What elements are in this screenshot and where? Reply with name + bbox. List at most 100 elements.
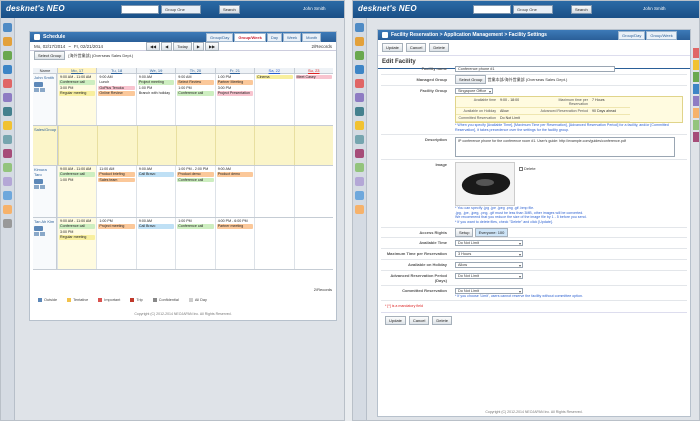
day-cell[interactable]: 9:00 AM Call Bravo	[135, 218, 175, 269]
day-cell[interactable]	[254, 218, 293, 269]
day-cell[interactable]	[293, 218, 333, 269]
user-name-cell[interactable]: Tan Ah Kim	[33, 218, 57, 269]
select-group-button[interactable]: Select Group	[455, 75, 487, 84]
schedule-event[interactable]: Conference call	[59, 224, 96, 229]
search-button[interactable]: Search	[571, 5, 592, 14]
home-icon[interactable]	[355, 23, 364, 32]
schedule-event[interactable]: Sales team	[98, 177, 135, 183]
day-cell[interactable]: 9:00 AM Project meeting 1:00 PM Branch with…	[135, 74, 175, 125]
day-header[interactable]: Sa, 22	[254, 68, 293, 73]
user-name[interactable]: John Smith	[34, 75, 54, 80]
day-cell[interactable]: 1:00 PM Conference call	[175, 218, 214, 269]
settings-icon[interactable]	[3, 219, 12, 228]
cabinet-icon[interactable]	[3, 107, 12, 116]
schedule-icon[interactable]	[3, 37, 12, 46]
search-button[interactable]: Search	[219, 5, 240, 14]
schedule-event[interactable]: Meet Casey	[295, 75, 332, 80]
schedule-event[interactable]: Project Presentation	[216, 91, 254, 96]
tab-group-day[interactable]: Group/Day	[618, 31, 646, 40]
committed-select[interactable]: Do Not Limit	[455, 287, 523, 294]
board-icon[interactable]	[3, 93, 12, 102]
todo-icon[interactable]	[3, 79, 12, 88]
schedule-event[interactable]: Product demo	[177, 172, 214, 177]
schedule-register-icon[interactable]	[34, 179, 43, 184]
day-header[interactable]: Fr, 21	[214, 68, 254, 73]
schedule-event[interactable]: Partner Meeting	[216, 80, 254, 85]
schedule-event[interactable]: Conference call	[177, 91, 214, 96]
chat-icon[interactable]	[355, 177, 364, 186]
prev-day-button[interactable]: ◀	[161, 41, 173, 51]
timecard-icon[interactable]	[3, 163, 12, 172]
home-icon[interactable]	[3, 23, 12, 32]
day-header[interactable]: Su, 23	[293, 68, 333, 73]
day-cell[interactable]: 9:00 AM Call Bravo	[135, 166, 175, 217]
memo-icon[interactable]	[355, 121, 364, 130]
group-select[interactable]: Group One	[161, 5, 201, 14]
day-cell[interactable]: 4:00 PM - 6:00 PM Partner meeting	[214, 218, 254, 269]
day-cell[interactable]: 9:00 AM Lunch GoPlus Tenuka Online Review	[96, 74, 135, 125]
day-cell[interactable]: 9:00 AM - 11:00 AM Conference call 1:00 PM	[57, 166, 97, 217]
board-icon[interactable]	[355, 93, 364, 102]
facility-group-select[interactable]: Singapore Office	[455, 88, 493, 94]
tab-group-day[interactable]: Group/Day	[206, 33, 234, 42]
delete-button[interactable]: Delete	[432, 315, 452, 325]
schedule-event[interactable]: Regular meeting	[59, 235, 96, 240]
user-name[interactable]: Tan Ah Kim	[34, 219, 54, 224]
access-everyone-button[interactable]: Everyone: 100	[474, 227, 509, 237]
schedule-event[interactable]: Regular meeting	[59, 91, 96, 96]
search-input[interactable]	[121, 5, 159, 14]
day-cell[interactable]: Meet Casey	[293, 74, 333, 125]
next-week-button[interactable]: ▶▶	[204, 41, 220, 51]
advanced-select[interactable]: Do Not Limit	[455, 272, 523, 279]
delete-checkbox[interactable]: Delete	[519, 166, 536, 171]
todo-icon[interactable]	[355, 79, 364, 88]
delete-button[interactable]: Delete	[429, 43, 449, 52]
day-header[interactable]: We, 19	[135, 68, 175, 73]
addressbook-icon[interactable]	[355, 135, 364, 144]
cancel-button[interactable]: Cancel	[405, 43, 427, 52]
today-button[interactable]: Today	[173, 41, 192, 51]
day-cell[interactable]	[254, 166, 293, 217]
user-name-cell[interactable]: Kimura Taro	[33, 166, 57, 217]
schedule-event[interactable]: GoPlus Tenuka	[98, 85, 135, 91]
tab-week[interactable]: Week	[282, 33, 302, 42]
cabinet-icon[interactable]	[355, 107, 364, 116]
search-input[interactable]	[473, 5, 511, 14]
mail-icon[interactable]	[355, 65, 364, 74]
end-date[interactable]: Fr, 02/21/2014	[74, 44, 103, 49]
schedule-icon[interactable]	[355, 37, 364, 46]
schedule-event[interactable]: Online Review	[98, 91, 135, 96]
next-day-button[interactable]: ▶	[192, 41, 204, 51]
day-header[interactable]: Th, 20	[175, 68, 214, 73]
holiday-select[interactable]: Allow	[455, 261, 523, 268]
update-button[interactable]: Update	[385, 315, 406, 325]
day-cell[interactable]	[293, 166, 333, 217]
facility-icon[interactable]	[3, 51, 12, 60]
memo-icon[interactable]	[3, 121, 12, 130]
day-cell[interactable]: 11:00 AM Product briefing Sales team	[96, 166, 135, 217]
month-icon[interactable]	[40, 88, 45, 92]
schedule-event[interactable]: Project meeting	[98, 224, 135, 229]
day-cell[interactable]: 9:00 AM - 11:00 AM Conference call 3:00 PM…	[57, 74, 97, 125]
access-setup-button[interactable]: Setup	[455, 227, 474, 237]
user-name[interactable]: John Smith	[643, 6, 666, 11]
timecard-icon[interactable]	[355, 163, 364, 172]
week-icon[interactable]	[34, 232, 39, 236]
schedule-event[interactable]: Select Review	[177, 80, 214, 85]
day-cell[interactable]: 9:00 AM Product demo	[214, 166, 254, 217]
update-button[interactable]: Update	[382, 43, 403, 52]
group-row-name[interactable]: Sales/Group	[33, 126, 59, 165]
schedule-event[interactable]: Partner meeting	[216, 224, 254, 229]
description-textarea[interactable]: IP conference phone for the conference r…	[455, 137, 675, 158]
tab-month[interactable]: Month	[302, 33, 322, 42]
schedule-event[interactable]: Conference call	[59, 80, 96, 85]
week-icon[interactable]	[34, 88, 39, 92]
schedule-event[interactable]: Project meeting	[137, 80, 175, 85]
survey-icon[interactable]	[3, 191, 12, 200]
available-time-select[interactable]: Do Not Limit	[455, 239, 523, 246]
month-icon[interactable]	[40, 232, 45, 236]
facility-name-input[interactable]: Conference phone #1	[455, 66, 615, 72]
user-name[interactable]: John Smith	[303, 6, 326, 11]
day-header[interactable]: Tu, 18	[96, 68, 135, 73]
folder-icon[interactable]	[3, 205, 12, 214]
